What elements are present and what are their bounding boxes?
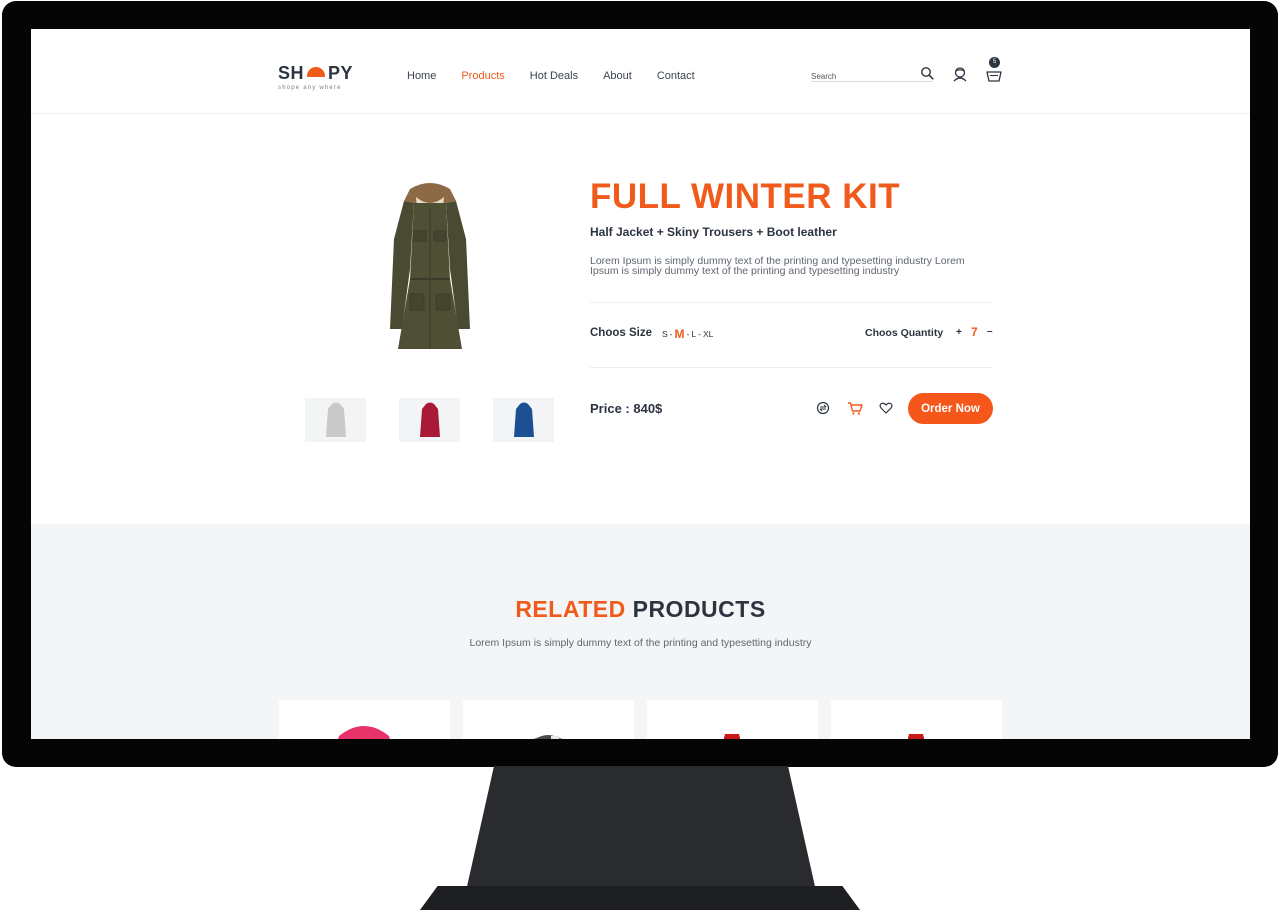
related-subtitle: Lorem Ipsum is simply dummy text of the … bbox=[469, 637, 812, 649]
logo-left: SH bbox=[278, 63, 305, 83]
size-label: Choos Size bbox=[590, 327, 652, 339]
quantity-value: 7 bbox=[971, 325, 978, 339]
heart-icon[interactable] bbox=[879, 401, 893, 415]
logo-tagline: shope any where bbox=[278, 85, 342, 91]
size-option-m[interactable]: M bbox=[675, 327, 685, 341]
search-input[interactable] bbox=[811, 72, 911, 81]
related-title-rest: PRODUCTS bbox=[632, 596, 766, 622]
product-image bbox=[907, 734, 925, 739]
product-title: FULL WINTER KIT bbox=[590, 177, 901, 216]
search-icon[interactable] bbox=[920, 66, 934, 80]
nav-hot-deals[interactable]: Hot Deals bbox=[530, 70, 578, 82]
size-option-xl[interactable]: XL bbox=[703, 329, 713, 339]
nav-about[interactable]: About bbox=[603, 70, 632, 82]
thumbnail-red[interactable] bbox=[399, 398, 460, 442]
related-products-section: RELATED PRODUCTS Lorem Ipsum is simply d… bbox=[31, 524, 1250, 739]
search-box bbox=[811, 66, 934, 82]
logo-word: SH PY bbox=[278, 63, 353, 84]
size-option-s[interactable]: S bbox=[662, 329, 668, 339]
quantity-decrease-button[interactable]: – bbox=[987, 326, 993, 337]
related-product-card[interactable] bbox=[279, 700, 450, 739]
compare-icon[interactable] bbox=[816, 401, 830, 415]
main-nav: Home Products Hot Deals About Contact bbox=[407, 70, 720, 82]
related-title: RELATED PRODUCTS bbox=[31, 596, 1250, 623]
thumbnail-coat-icon bbox=[513, 402, 534, 437]
size-separator: - bbox=[698, 329, 701, 339]
size-options: S - M - L - XL bbox=[662, 327, 713, 341]
basket-icon bbox=[986, 71, 1002, 82]
quantity-increase-button[interactable]: + bbox=[956, 327, 962, 338]
size-option-l[interactable]: L bbox=[691, 329, 696, 339]
divider bbox=[590, 367, 993, 368]
screen: SH PY shope any where Home Products Hot … bbox=[31, 29, 1250, 739]
order-now-button[interactable]: Order Now bbox=[908, 393, 993, 424]
product-main-image bbox=[390, 183, 470, 349]
related-product-card[interactable] bbox=[463, 700, 634, 739]
thumbnail-coat-icon bbox=[419, 402, 440, 437]
thumbnail-gray[interactable] bbox=[305, 398, 366, 442]
nav-home[interactable]: Home bbox=[407, 70, 436, 82]
product-image bbox=[723, 734, 741, 739]
cart[interactable]: 5 bbox=[986, 57, 1004, 83]
quantity-label: Choos Quantity bbox=[865, 327, 944, 339]
logo-right: PY bbox=[328, 63, 354, 83]
logo-arch-icon bbox=[307, 66, 326, 77]
product-description: Lorem Ipsum is simply dummy text of the … bbox=[590, 255, 965, 277]
site-header: SH PY shope any where Home Products Hot … bbox=[31, 29, 1250, 114]
thumbnail-blue[interactable] bbox=[493, 398, 554, 442]
related-product-card[interactable] bbox=[647, 700, 818, 739]
nav-products[interactable]: Products bbox=[461, 70, 504, 82]
monitor-stand-base bbox=[420, 886, 860, 910]
monitor-stand-neck bbox=[466, 766, 816, 891]
product-price: Price : 840$ bbox=[590, 401, 663, 416]
size-separator: - bbox=[669, 329, 673, 339]
divider bbox=[590, 302, 993, 303]
logo[interactable]: SH PY shope any where bbox=[278, 63, 353, 91]
related-title-accent: RELATED bbox=[515, 596, 626, 622]
add-to-cart-icon[interactable] bbox=[847, 401, 863, 415]
nav-contact[interactable]: Contact bbox=[657, 70, 695, 82]
cart-badge: 5 bbox=[989, 57, 1000, 68]
product-image bbox=[533, 735, 563, 739]
product-subtitle: Half Jacket + Skiny Trousers + Boot leat… bbox=[590, 225, 837, 239]
related-product-card[interactable] bbox=[831, 700, 1002, 739]
thumbnail-coat-icon bbox=[325, 402, 346, 437]
product-image bbox=[338, 726, 390, 739]
user-icon[interactable] bbox=[952, 66, 968, 82]
size-separator: - bbox=[686, 329, 690, 339]
